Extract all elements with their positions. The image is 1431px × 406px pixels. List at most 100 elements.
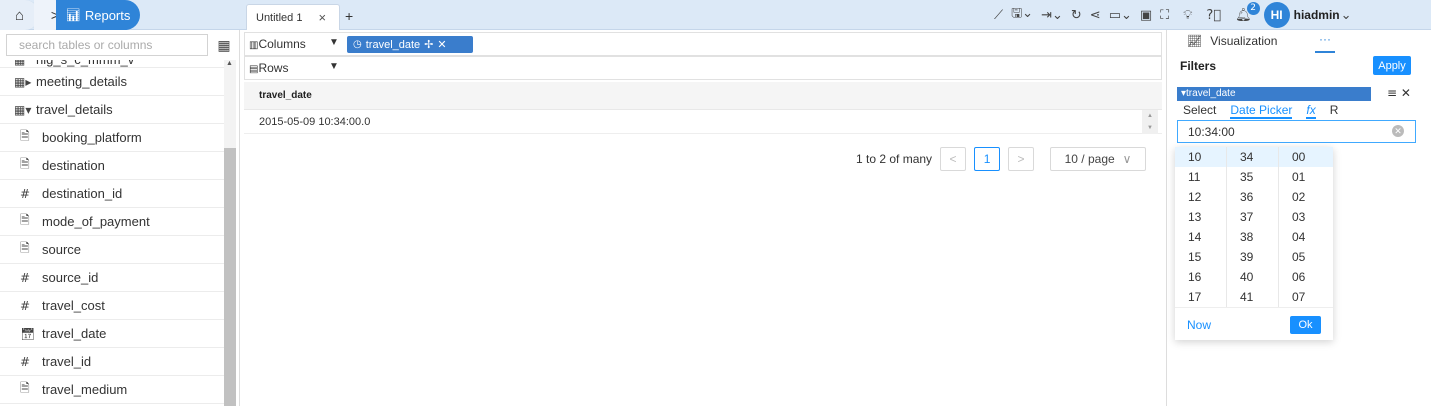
tab-untitled-1[interactable]: Untitled 1 ×: [246, 4, 340, 30]
apply-button[interactable]: Apply: [1373, 56, 1411, 75]
hour-option[interactable]: 15: [1175, 247, 1226, 267]
chevron-down-icon[interactable]: ⌄: [1341, 8, 1352, 23]
minute-option[interactable]: 40: [1227, 267, 1278, 287]
time-picker-footer: Now Ok: [1175, 307, 1333, 340]
preview-icon[interactable]: ▣: [1140, 8, 1152, 23]
second-option[interactable]: 05: [1279, 247, 1333, 267]
hour-option[interactable]: 17: [1175, 287, 1226, 307]
field-source-id[interactable]: # source_id: [0, 264, 224, 292]
export-icon[interactable]: ⇥⌄: [1041, 8, 1063, 23]
layout-icon[interactable]: ▭⌄: [1109, 8, 1132, 23]
grid-scrollbar[interactable]: ▲ ▼: [1142, 110, 1158, 134]
rows-shelf[interactable]: ▤Rows ▼: [244, 56, 1162, 80]
seconds-column[interactable]: 00 01 02 03 04 05 06 07: [1279, 147, 1333, 307]
mode-r[interactable]: R: [1330, 103, 1339, 119]
table-view-icon[interactable]: ▦: [210, 34, 238, 56]
minute-option[interactable]: 39: [1227, 247, 1278, 267]
time-picker-columns: 10 11 12 13 14 15 16 17 34 35 36 37 38 39 40 41 00 01 02…: [1175, 147, 1333, 307]
user-menu[interactable]: hiadmin: [1294, 8, 1340, 22]
tab-label: Visualization: [1210, 34, 1278, 48]
mode-date-picker[interactable]: Date Picker: [1230, 103, 1293, 119]
hour-option[interactable]: 11: [1175, 167, 1226, 187]
column-pill-travel-date[interactable]: ◷ travel_date ✢ ✕: [347, 36, 473, 53]
field-source[interactable]: 🗎︎ source: [0, 236, 224, 264]
field-booking-platform[interactable]: 🗎︎ booking_platform: [0, 124, 224, 152]
second-option[interactable]: 01: [1279, 167, 1333, 187]
top-bar: ⌂ > 📊︎ Reports Untitled 1 × + ⟋ 🖫︎⌄ ⇥⌄ ↻…: [0, 0, 1431, 30]
ok-button[interactable]: Ok: [1290, 316, 1321, 334]
minute-option[interactable]: 34: [1227, 147, 1278, 167]
partial-table-item[interactable]: ▦ hig_s_c_mmm_v: [0, 60, 224, 68]
minute-option[interactable]: 35: [1227, 167, 1278, 187]
second-option[interactable]: 04: [1279, 227, 1333, 247]
second-option[interactable]: 06: [1279, 267, 1333, 287]
tab-visualization[interactable]: 📈︎ Visualization: [1187, 34, 1277, 48]
help-icon[interactable]: ?⃝: [1206, 8, 1221, 23]
second-option[interactable]: 03: [1279, 207, 1333, 227]
clear-icon[interactable]: ✕: [1392, 125, 1404, 137]
page-size-select[interactable]: 10 / page ∨: [1050, 147, 1147, 171]
clock-icon: ◷: [353, 39, 362, 50]
table-travel-details[interactable]: ▦▾ travel_details: [0, 96, 224, 124]
close-icon[interactable]: ✕: [1401, 86, 1411, 100]
notification-icon[interactable]: 🔔︎ 2: [1235, 1, 1260, 23]
field-label: destination: [42, 158, 105, 173]
refresh-icon[interactable]: ↻: [1071, 8, 1082, 23]
tab-close-icon[interactable]: ×: [318, 10, 326, 25]
hour-option[interactable]: 10: [1175, 147, 1226, 167]
minutes-column[interactable]: 34 35 36 37 38 39 40 41: [1227, 147, 1279, 307]
columns-dropdown-icon[interactable]: ▼: [329, 37, 339, 48]
field-mode-of-payment[interactable]: 🗎︎ mode_of_payment: [0, 208, 224, 236]
remove-pill-icon[interactable]: ✕: [437, 38, 446, 51]
now-link[interactable]: Now: [1187, 318, 1211, 332]
hours-column[interactable]: 10 11 12 13 14 15 16 17: [1175, 147, 1227, 307]
field-destination-id[interactable]: # destination_id: [0, 180, 224, 208]
field-travel-cost[interactable]: # travel_cost: [0, 292, 224, 320]
second-option[interactable]: 00: [1279, 147, 1333, 167]
field-travel-medium[interactable]: 🗎︎ travel_medium: [0, 376, 224, 404]
table-meeting-details[interactable]: ▦▸ meeting_details: [0, 68, 224, 96]
field-label: booking_platform: [42, 130, 142, 145]
rows-dropdown-icon[interactable]: ▼: [329, 61, 339, 72]
page-1-button[interactable]: 1: [974, 147, 1001, 171]
sidebar-scroll-thumb[interactable]: [224, 148, 236, 406]
notification-badge: 2: [1246, 1, 1260, 15]
mode-select[interactable]: Select: [1183, 103, 1216, 119]
time-input[interactable]: [1177, 120, 1416, 143]
prev-page-button[interactable]: <: [940, 147, 967, 171]
columns-shelf[interactable]: ▥Columns ▼ ◷ travel_date ✢ ✕: [244, 32, 1162, 56]
list-icon[interactable]: ≡: [1387, 86, 1397, 100]
field-travel-id[interactable]: # travel_id: [0, 348, 224, 376]
mode-fx[interactable]: fx: [1306, 103, 1316, 119]
tab-more[interactable]: ···: [1319, 32, 1331, 46]
minute-option[interactable]: 36: [1227, 187, 1278, 207]
table-label: meeting_details: [36, 74, 128, 89]
hour-option[interactable]: 13: [1175, 207, 1226, 227]
next-page-button[interactable]: >: [1008, 147, 1035, 171]
filter-travel-date[interactable]: ▾travel_date: [1177, 87, 1371, 101]
grid-header-travel-date[interactable]: travel_date: [244, 82, 1162, 110]
lightbulb-icon[interactable]: 💡︎: [1183, 8, 1192, 23]
minute-option[interactable]: 41: [1227, 287, 1278, 307]
search-input[interactable]: [6, 34, 208, 56]
add-tab-button[interactable]: +: [345, 8, 353, 24]
avatar[interactable]: HI: [1263, 2, 1290, 28]
field-travel-date[interactable]: 📅︎ travel_date: [0, 320, 224, 348]
filter-label: travel_date: [1186, 88, 1236, 99]
scroll-up-icon[interactable]: ▲: [226, 60, 233, 67]
minute-option[interactable]: 37: [1227, 207, 1278, 227]
number-field-icon: #: [20, 354, 31, 369]
second-option[interactable]: 02: [1279, 187, 1333, 207]
minute-option[interactable]: 38: [1227, 227, 1278, 247]
save-icon[interactable]: 🖫︎⌄: [1011, 4, 1033, 26]
second-option[interactable]: 07: [1279, 287, 1333, 307]
field-destination[interactable]: 🗎︎ destination: [0, 152, 224, 180]
move-icon[interactable]: ✢: [424, 38, 433, 51]
share-icon[interactable]: ⋖: [1090, 8, 1101, 23]
hour-option[interactable]: 16: [1175, 267, 1226, 287]
chart-icon[interactable]: ⟋: [994, 8, 1003, 23]
reports-breadcrumb[interactable]: 📊︎ Reports: [56, 0, 140, 30]
fullscreen-icon[interactable]: ⛶: [1160, 8, 1169, 23]
hour-option[interactable]: 14: [1175, 227, 1226, 247]
hour-option[interactable]: 12: [1175, 187, 1226, 207]
